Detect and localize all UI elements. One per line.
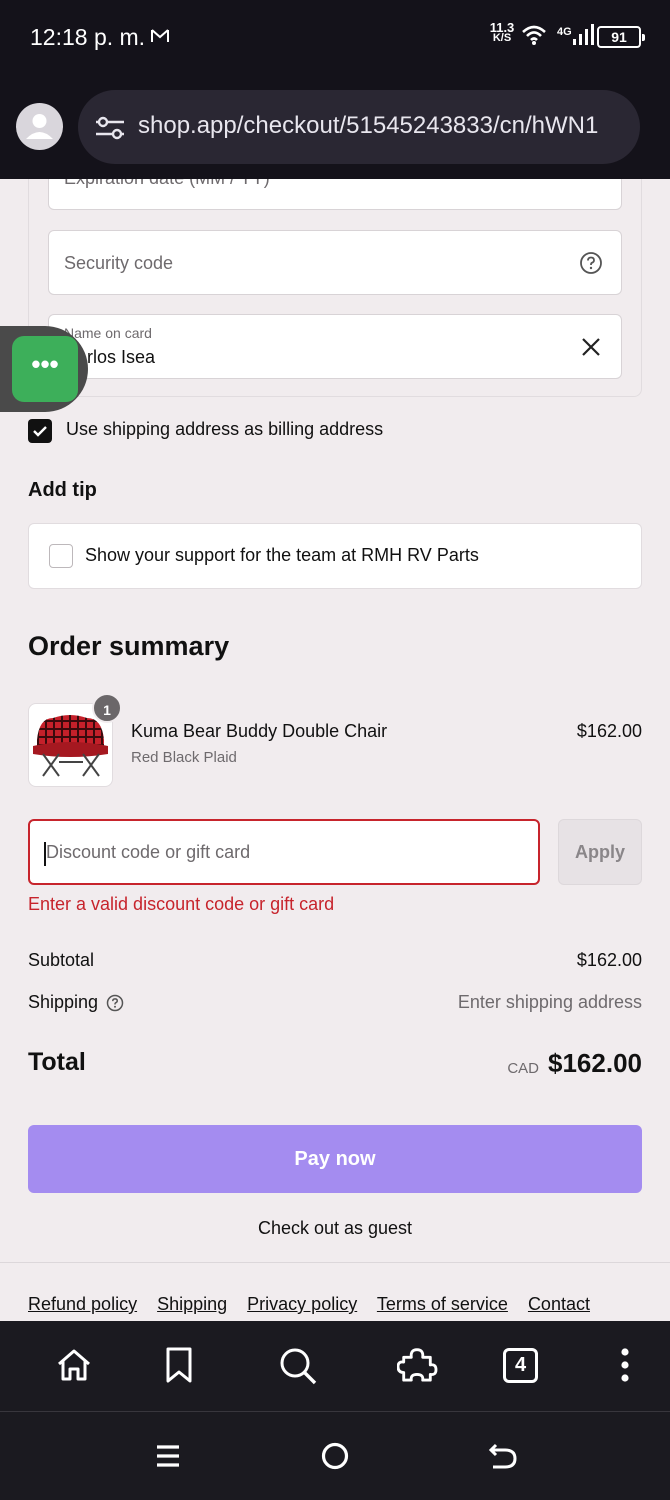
refund-policy-link[interactable]: Refund policy xyxy=(28,1294,137,1314)
total-value: $162.00 xyxy=(548,1048,642,1078)
name-on-card-field[interactable]: Name on card Carlos Isea xyxy=(48,314,622,379)
shipping-link[interactable]: Shipping xyxy=(157,1294,227,1314)
network-type: 4G xyxy=(557,26,572,38)
expiration-date-field[interactable]: Expiration date (MM / YY) xyxy=(48,179,622,210)
search-icon[interactable] xyxy=(277,1345,319,1392)
contact-link[interactable]: Contact xyxy=(528,1294,590,1314)
more-options-icon[interactable] xyxy=(617,1345,633,1390)
add-tip-heading: Add tip xyxy=(28,479,97,501)
apply-button[interactable]: Apply xyxy=(558,819,642,885)
battery-indicator: 91 xyxy=(597,26,645,48)
billing-address-checkbox[interactable] xyxy=(28,419,52,443)
billing-address-label[interactable]: Use shipping address as billing address xyxy=(66,419,383,440)
tab-switcher-button[interactable]: 4 xyxy=(503,1348,538,1383)
network-speed: 11.3 K/S xyxy=(489,20,515,44)
checkout-as-guest-link[interactable]: Check out as guest xyxy=(0,1218,670,1239)
recent-apps-icon[interactable] xyxy=(154,1442,182,1475)
home-icon[interactable] xyxy=(54,1345,94,1390)
expiration-placeholder: Expiration date (MM / YY) xyxy=(64,179,270,189)
security-code-field[interactable]: Security code xyxy=(48,230,622,295)
pay-now-button[interactable]: Pay now xyxy=(28,1125,642,1193)
discount-error-message: Enter a valid discount code or gift card xyxy=(28,894,335,914)
status-time: 12:18 p. m. xyxy=(30,24,146,50)
shipping-help-icon[interactable] xyxy=(106,994,124,1017)
home-button-icon[interactable] xyxy=(320,1441,350,1476)
address-field[interactable]: shop.app/checkout/51545243833/cn/hWN1 xyxy=(78,90,640,164)
tip-option[interactable]: Show your support for the team at RMH RV… xyxy=(28,523,642,589)
shipping-label: Shipping xyxy=(28,992,99,1012)
privacy-policy-link[interactable]: Privacy policy xyxy=(247,1294,357,1314)
total-currency: CAD xyxy=(507,1060,539,1077)
order-summary-heading: Order summary xyxy=(28,631,230,661)
product-variant: Red Black Plaid xyxy=(131,749,237,766)
checkout-content: Expiration date (MM / YY) Security code … xyxy=(0,179,670,1321)
url-text: shop.app/checkout/51545243833/cn/hWN1 xyxy=(138,112,599,139)
floating-chat-bubble[interactable]: ••• xyxy=(12,336,78,402)
back-icon[interactable] xyxy=(488,1441,518,1476)
quantity-badge: 1 xyxy=(92,693,122,723)
help-icon[interactable] xyxy=(579,251,603,280)
site-settings-icon[interactable] xyxy=(94,116,126,145)
discount-placeholder: Discount code or gift card xyxy=(46,842,251,862)
tip-label: Show your support for the team at RMH RV… xyxy=(85,545,479,565)
terms-of-service-link[interactable]: Terms of service xyxy=(377,1294,508,1314)
subtotal-label: Subtotal xyxy=(28,950,95,970)
profile-avatar[interactable] xyxy=(16,103,63,150)
person-icon xyxy=(26,114,53,139)
system-navigation-bar xyxy=(0,1412,670,1500)
gmail-icon xyxy=(150,27,170,50)
status-bar: 12:18 p. m. 11.3 K/S 4G 91 xyxy=(0,0,670,78)
wifi-icon xyxy=(521,24,547,51)
product-price: $162.00 xyxy=(576,721,642,741)
footer-divider xyxy=(0,1262,670,1263)
checkmark-icon xyxy=(33,426,47,437)
browser-url-bar: shop.app/checkout/51545243833/cn/hWN1 xyxy=(0,78,670,179)
extensions-icon[interactable] xyxy=(396,1345,439,1392)
clear-icon[interactable] xyxy=(581,337,601,362)
browser-toolbar: 4 xyxy=(0,1321,670,1412)
footer-links: Refund policy Shipping Privacy policy Te… xyxy=(28,1294,605,1315)
total-label: Total xyxy=(28,1048,86,1076)
discount-code-input[interactable]: Discount code or gift card xyxy=(28,819,540,885)
bookmark-icon[interactable] xyxy=(160,1345,198,1390)
tip-checkbox[interactable] xyxy=(49,544,73,568)
shipping-value: Enter shipping address xyxy=(457,992,642,1012)
signal-icon xyxy=(572,24,594,51)
name-on-card-label: Name on card xyxy=(64,325,152,341)
product-name: Kuma Bear Buddy Double Chair xyxy=(131,721,388,741)
subtotal-value: $162.00 xyxy=(576,950,642,970)
security-code-placeholder: Security code xyxy=(64,253,174,273)
